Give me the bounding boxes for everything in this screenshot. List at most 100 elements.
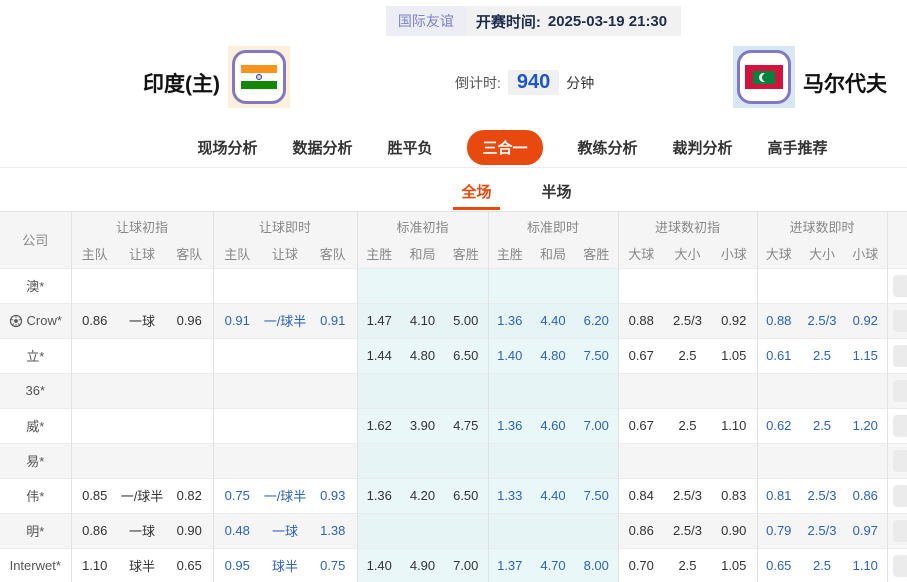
odds-cell[interactable]: 0.65 xyxy=(757,548,800,582)
odds-cell[interactable]: 0.91 xyxy=(213,303,261,338)
row-action-button[interactable] xyxy=(893,345,907,367)
nav-tab-4[interactable]: 三合一 xyxy=(467,130,542,165)
odds-cell[interactable]: 一球 xyxy=(118,513,166,548)
odds-cell[interactable]: 0.75 xyxy=(309,548,357,582)
company-cell[interactable]: 伟* xyxy=(0,478,71,513)
odds-cell[interactable]: 0.70 xyxy=(618,548,664,582)
odds-cell[interactable]: 0.88 xyxy=(757,303,800,338)
odds-cell[interactable]: 0.97 xyxy=(844,513,887,548)
odds-cell[interactable]: 2.5 xyxy=(800,338,844,373)
row-action-button[interactable] xyxy=(893,415,907,437)
odds-cell[interactable]: 5.00 xyxy=(444,303,488,338)
sub-tab-2[interactable]: 半场 xyxy=(542,169,572,211)
odds-cell[interactable]: 0.84 xyxy=(618,478,664,513)
odds-cell[interactable]: 0.88 xyxy=(618,303,664,338)
row-action-button[interactable] xyxy=(893,380,907,402)
odds-cell[interactable]: 0.85 xyxy=(71,478,118,513)
odds-cell[interactable]: 2.5/3 xyxy=(664,513,711,548)
odds-cell[interactable]: 0.86 xyxy=(71,513,118,548)
odds-cell[interactable]: 7.50 xyxy=(575,478,618,513)
odds-cell[interactable]: 1.33 xyxy=(488,478,531,513)
odds-cell[interactable]: 0.62 xyxy=(757,408,800,443)
odds-cell[interactable]: 0.75 xyxy=(213,478,261,513)
odds-cell[interactable]: 4.75 xyxy=(444,408,488,443)
odds-cell[interactable]: 1.47 xyxy=(357,303,401,338)
odds-cell[interactable]: 0.48 xyxy=(213,513,261,548)
company-cell[interactable]: 立* xyxy=(0,338,71,373)
odds-cell[interactable]: 1.10 xyxy=(711,408,757,443)
odds-cell[interactable]: 1.36 xyxy=(357,478,401,513)
odds-cell[interactable]: 0.95 xyxy=(213,548,261,582)
odds-cell[interactable]: 0.86 xyxy=(618,513,664,548)
company-cell[interactable]: 易* xyxy=(0,443,71,478)
odds-cell[interactable]: 0.90 xyxy=(166,513,213,548)
odds-cell[interactable]: 4.90 xyxy=(401,548,444,582)
company-cell[interactable]: Interwet* xyxy=(0,548,71,582)
odds-cell[interactable]: 0.93 xyxy=(309,478,357,513)
odds-cell[interactable]: 0.86 xyxy=(844,478,887,513)
odds-cell[interactable]: 1.05 xyxy=(711,338,757,373)
odds-cell[interactable]: 一球 xyxy=(261,513,309,548)
league-badge[interactable]: 国际友谊 xyxy=(386,6,466,36)
odds-cell[interactable]: 0.81 xyxy=(757,478,800,513)
odds-cell[interactable]: 0.90 xyxy=(711,513,757,548)
odds-cell[interactable]: 4.40 xyxy=(531,478,575,513)
odds-cell[interactable]: 6.50 xyxy=(444,478,488,513)
odds-cell[interactable]: 1.37 xyxy=(488,548,531,582)
odds-cell[interactable]: 2.5/3 xyxy=(800,513,844,548)
odds-cell[interactable]: 4.10 xyxy=(401,303,444,338)
odds-cell[interactable]: 一/球半 xyxy=(118,478,166,513)
odds-cell[interactable]: 0.79 xyxy=(757,513,800,548)
odds-cell[interactable]: 1.44 xyxy=(357,338,401,373)
odds-cell[interactable]: 4.20 xyxy=(401,478,444,513)
odds-cell[interactable]: 2.5 xyxy=(800,408,844,443)
odds-cell[interactable]: 4.60 xyxy=(531,408,575,443)
odds-cell[interactable]: 一/球半 xyxy=(261,303,309,338)
odds-cell[interactable]: 1.40 xyxy=(488,338,531,373)
odds-cell[interactable]: 0.96 xyxy=(166,303,213,338)
odds-cell[interactable]: 一球 xyxy=(118,303,166,338)
odds-cell[interactable]: 4.70 xyxy=(531,548,575,582)
row-action-button[interactable] xyxy=(893,310,907,332)
odds-cell[interactable]: 4.40 xyxy=(531,303,575,338)
nav-tab-2[interactable]: 数据分析 xyxy=(292,137,352,158)
odds-cell[interactable]: 6.20 xyxy=(575,303,618,338)
odds-cell[interactable]: 2.5/3 xyxy=(664,478,711,513)
row-action-button[interactable] xyxy=(893,450,907,472)
odds-cell[interactable]: 0.65 xyxy=(166,548,213,582)
nav-tab-5[interactable]: 教练分析 xyxy=(578,137,638,158)
row-action-button[interactable] xyxy=(893,555,907,577)
company-cell[interactable]: Crow* xyxy=(0,303,71,338)
odds-cell[interactable]: 7.00 xyxy=(444,548,488,582)
odds-cell[interactable]: 1.10 xyxy=(71,548,118,582)
odds-cell[interactable]: 2.5/3 xyxy=(800,478,844,513)
odds-cell[interactable]: 2.5 xyxy=(664,548,711,582)
odds-cell[interactable]: 2.5 xyxy=(664,408,711,443)
odds-cell[interactable]: 4.80 xyxy=(401,338,444,373)
odds-cell[interactable]: 0.61 xyxy=(757,338,800,373)
nav-tab-7[interactable]: 高手推荐 xyxy=(768,137,828,158)
row-action-button[interactable] xyxy=(893,520,907,542)
odds-cell[interactable]: 2.5/3 xyxy=(664,303,711,338)
row-action-button[interactable] xyxy=(893,275,907,297)
odds-cell[interactable]: 球半 xyxy=(261,548,309,582)
odds-cell[interactable]: 3.90 xyxy=(401,408,444,443)
odds-cell[interactable]: 1.36 xyxy=(488,303,531,338)
odds-cell[interactable]: 1.05 xyxy=(711,548,757,582)
odds-cell[interactable]: 1.62 xyxy=(357,408,401,443)
odds-cell[interactable]: 一/球半 xyxy=(261,478,309,513)
odds-cell[interactable]: 1.36 xyxy=(488,408,531,443)
odds-cell[interactable]: 2.5 xyxy=(800,548,844,582)
odds-cell[interactable]: 0.91 xyxy=(309,303,357,338)
nav-tab-1[interactable]: 现场分析 xyxy=(197,137,257,158)
odds-cell[interactable]: 1.10 xyxy=(844,548,887,582)
odds-cell[interactable]: 0.67 xyxy=(618,408,664,443)
odds-cell[interactable]: 0.92 xyxy=(844,303,887,338)
odds-cell[interactable]: 0.86 xyxy=(71,303,118,338)
odds-cell[interactable]: 0.82 xyxy=(166,478,213,513)
odds-cell[interactable]: 1.40 xyxy=(357,548,401,582)
odds-cell[interactable]: 1.15 xyxy=(844,338,887,373)
odds-cell[interactable]: 球半 xyxy=(118,548,166,582)
nav-tab-3[interactable]: 胜平负 xyxy=(387,137,432,158)
company-cell[interactable]: 明* xyxy=(0,513,71,548)
